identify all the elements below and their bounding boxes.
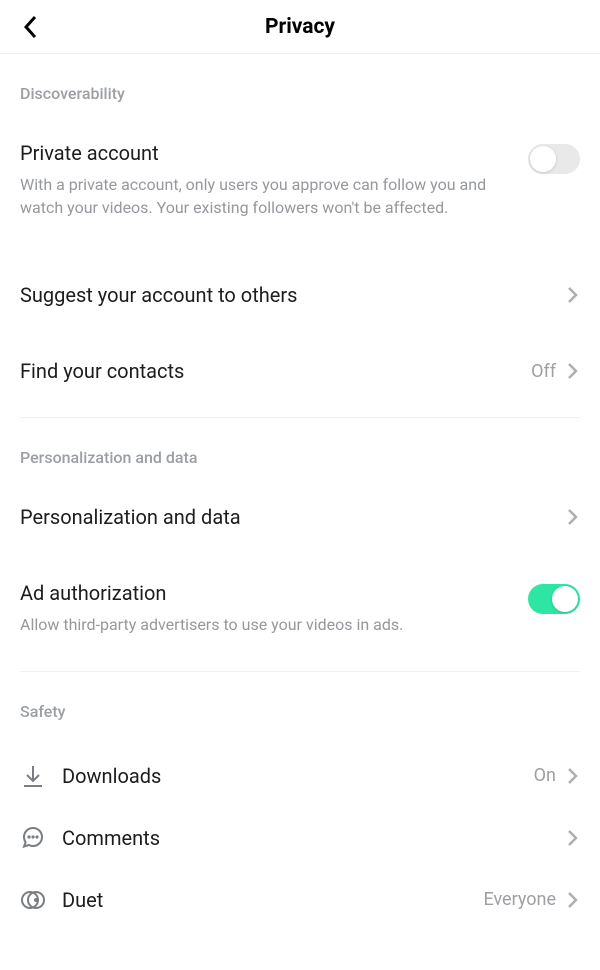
section-personalization: Personalization and data Personalization… <box>0 418 600 650</box>
ad-authorization-toggle[interactable] <box>528 584 580 614</box>
row-downloads[interactable]: Downloads On <box>20 745 580 807</box>
row-comments[interactable]: Comments <box>20 807 580 869</box>
comments-label: Comments <box>62 826 566 850</box>
duet-label: Duet <box>62 888 483 912</box>
private-account-toggle[interactable] <box>528 144 580 174</box>
ad-authorization-desc: Allow third-party advertisers to use you… <box>20 613 528 636</box>
section-title-discoverability: Discoverability <box>20 54 580 127</box>
section-title-safety: Safety <box>20 672 580 745</box>
row-private-account: Private account With a private account, … <box>20 127 580 233</box>
row-main: Find your contacts <box>20 359 531 383</box>
ad-authorization-label: Ad authorization <box>20 581 528 605</box>
chevron-right-icon <box>566 507 580 527</box>
download-icon <box>20 763 62 789</box>
duet-value: Everyone <box>483 889 556 910</box>
row-main: Comments <box>62 826 566 850</box>
row-main: Suggest your account to others <box>20 283 566 307</box>
row-ad-authorization: Ad authorization Allow third-party adver… <box>20 567 580 650</box>
toggle-thumb <box>530 146 556 172</box>
comment-icon <box>20 825 62 851</box>
downloads-value: On <box>534 765 556 786</box>
row-suggest-account[interactable]: Suggest your account to others <box>20 269 580 321</box>
back-button[interactable] <box>16 12 46 42</box>
section-discoverability: Discoverability Private account With a p… <box>0 54 600 397</box>
row-main: Private account With a private account, … <box>20 141 528 219</box>
private-account-desc: With a private account, only users you a… <box>20 173 528 219</box>
duet-icon <box>20 887 62 913</box>
chevron-right-icon <box>566 766 580 786</box>
row-main: Ad authorization Allow third-party adver… <box>20 581 528 636</box>
row-find-contacts[interactable]: Find your contacts Off <box>20 345 580 397</box>
row-main: Duet <box>62 888 483 912</box>
personalization-data-label: Personalization and data <box>20 505 566 529</box>
section-safety: Safety Downloads On <box>0 672 600 931</box>
row-main: Personalization and data <box>20 505 566 529</box>
find-contacts-label: Find your contacts <box>20 359 531 383</box>
suggest-account-label: Suggest your account to others <box>20 283 566 307</box>
chevron-right-icon <box>566 285 580 305</box>
downloads-label: Downloads <box>62 764 534 788</box>
header: Privacy <box>0 0 600 54</box>
row-personalization-data[interactable]: Personalization and data <box>20 491 580 543</box>
page-title: Privacy <box>265 15 335 39</box>
toggle-thumb <box>552 586 578 612</box>
section-title-personalization: Personalization and data <box>20 418 580 491</box>
content: Discoverability Private account With a p… <box>0 54 600 931</box>
chevron-right-icon <box>566 890 580 910</box>
row-main: Downloads <box>62 764 534 788</box>
find-contacts-value: Off <box>531 361 556 382</box>
chevron-right-icon <box>566 361 580 381</box>
private-account-label: Private account <box>20 141 528 165</box>
chevron-left-icon <box>22 14 40 40</box>
chevron-right-icon <box>566 828 580 848</box>
row-duet[interactable]: Duet Everyone <box>20 869 580 931</box>
